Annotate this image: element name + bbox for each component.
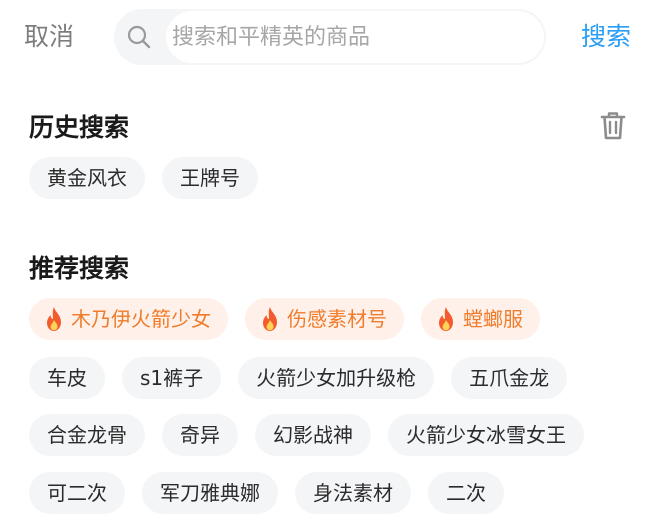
fire-icon	[263, 307, 277, 331]
history-list: 黄金风衣 王牌号	[29, 157, 258, 199]
search-bar[interactable]	[114, 9, 546, 65]
hot-search-chip[interactable]: 螳螂服	[421, 298, 540, 340]
recommend-title: 推荐搜索	[29, 254, 130, 283]
search-header: 取消 搜索	[0, 0, 654, 72]
recommend-chip[interactable]: 军刀雅典娜	[142, 472, 278, 514]
recommend-chip[interactable]: 火箭少女加升级枪	[238, 357, 435, 399]
cancel-button[interactable]: 取消	[24, 18, 74, 56]
recommend-chip[interactable]: 幻影战神	[255, 414, 371, 456]
recommend-chip[interactable]: 五爪金龙	[451, 357, 568, 399]
search-field-wrapper	[166, 11, 544, 63]
hot-search-label: 木乃伊火箭少女	[71, 307, 211, 331]
recommend-chip[interactable]: 火箭少女冰雪女王	[388, 414, 584, 456]
recommend-list-row: 车皮 s1裤子 火箭少女加升级枪 五爪金龙	[29, 357, 568, 399]
search-page: 取消 搜索 历史搜索 黄金风衣 王牌号 推荐搜索	[0, 0, 654, 516]
hot-search-chip[interactable]: 伤感素材号	[245, 298, 404, 340]
recommend-chip[interactable]: 可二次	[29, 472, 125, 514]
hot-search-label: 伤感素材号	[287, 307, 387, 331]
history-title: 历史搜索	[29, 113, 130, 142]
fire-icon	[439, 307, 453, 331]
recommend-chip[interactable]: s1裤子	[122, 357, 222, 399]
recommend-chip[interactable]: 合金龙骨	[29, 414, 145, 456]
recommend-chip[interactable]: 二次	[428, 472, 504, 514]
recommend-chip[interactable]: 身法素材	[295, 472, 411, 514]
search-button[interactable]: 搜索	[581, 18, 631, 56]
recommend-chip[interactable]: 奇异	[162, 414, 238, 456]
history-chip[interactable]: 黄金风衣	[29, 157, 145, 199]
search-icon	[127, 25, 151, 49]
recommend-list-row: 可二次 军刀雅典娜 身法素材 二次	[29, 472, 504, 514]
trash-icon[interactable]	[596, 108, 630, 142]
recommend-chip[interactable]: 车皮	[29, 357, 105, 399]
hot-search-label: 螳螂服	[463, 307, 523, 331]
recommend-list-row: 合金龙骨 奇异 幻影战神 火箭少女冰雪女王	[29, 414, 584, 456]
search-input[interactable]	[172, 11, 532, 63]
hot-search-chip[interactable]: 木乃伊火箭少女	[29, 298, 228, 340]
hot-search-list: 木乃伊火箭少女 伤感素材号 螳螂服	[29, 298, 540, 340]
fire-icon	[47, 307, 61, 331]
history-chip[interactable]: 王牌号	[162, 157, 258, 199]
